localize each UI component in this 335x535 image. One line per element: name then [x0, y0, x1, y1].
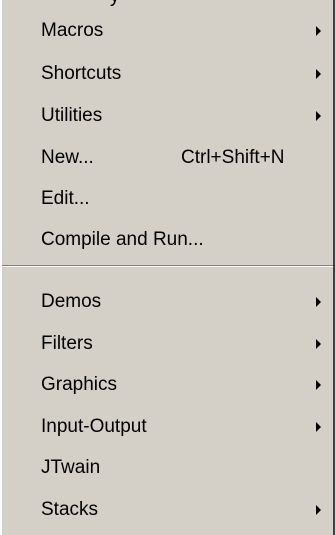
menu-separator	[2, 265, 333, 267]
previous-item-fragment: y	[2, 0, 333, 6]
menu-item-label: Shortcuts	[41, 63, 122, 84]
menu-item-demos[interactable]: Demos	[2, 283, 333, 321]
menu-item-label: Input-Output	[41, 416, 147, 437]
separator-highlight-line	[2, 266, 333, 267]
submenu-arrow-icon	[316, 69, 321, 79]
menu-item-label: Filters	[41, 333, 93, 354]
menu-item-shortcuts[interactable]: Shortcuts	[2, 55, 333, 93]
menu-item-label: Edit...	[41, 188, 90, 209]
menu-item-new[interactable]: New... Ctrl+Shift+N	[2, 139, 333, 177]
menu-item-label: Compile and Run...	[41, 229, 204, 250]
menu-item-filters[interactable]: Filters	[2, 325, 333, 363]
menu-item-label: JTwain	[41, 457, 101, 478]
plugins-menu: y Macros Shortcuts Utilities New... Ctrl…	[0, 0, 333, 535]
previous-item-fragment-text: y	[110, 0, 120, 6]
submenu-arrow-icon	[316, 297, 321, 307]
submenu-arrow-icon	[316, 380, 321, 390]
submenu-arrow-icon	[316, 111, 321, 121]
menu-item-graphics[interactable]: Graphics	[2, 366, 333, 404]
menu-item-input-output[interactable]: Input-Output	[2, 408, 333, 446]
menu-item-macros[interactable]: Macros	[2, 12, 333, 50]
submenu-arrow-icon	[316, 339, 321, 349]
menu-item-stacks[interactable]: Stacks	[2, 491, 333, 529]
menu-item-label: Utilities	[41, 105, 103, 126]
submenu-arrow-icon	[316, 26, 321, 36]
menu-item-utilities[interactable]: Utilities	[2, 97, 333, 135]
menu-item-edit[interactable]: Edit...	[2, 180, 333, 218]
menu-item-compile-and-run[interactable]: Compile and Run...	[2, 221, 333, 259]
menu-item-label: Demos	[41, 291, 102, 312]
menu-item-label: Macros	[41, 20, 104, 41]
menu-item-shortcut: Ctrl+Shift+N	[181, 147, 285, 168]
submenu-arrow-icon	[316, 505, 321, 515]
submenu-arrow-icon	[316, 422, 321, 432]
menu-item-label: New...	[41, 147, 94, 168]
menu-item-label: Graphics	[41, 374, 118, 395]
menu-item-jtwain[interactable]: JTwain	[2, 449, 333, 487]
menu-item-label: Stacks	[41, 499, 99, 520]
